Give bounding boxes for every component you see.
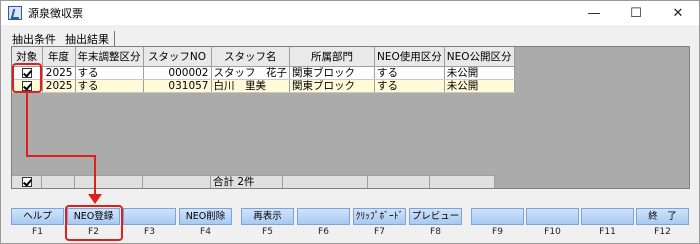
f3-button[interactable]	[123, 208, 176, 225]
fkey-label: F8	[430, 227, 441, 237]
results-table: 対象 年度 年末調整区分 スタッフNO スタッフ名 所属部門 NEO使用区分 N…	[12, 47, 515, 93]
app-icon	[8, 6, 22, 20]
cell-staff-name: 白川 里美	[211, 79, 290, 93]
f6-button[interactable]	[297, 208, 350, 225]
column-header-adjust[interactable]: 年末調整区分	[75, 47, 144, 67]
fkey-f11: F11	[581, 208, 634, 240]
tab-extract-conditions[interactable]: 抽出条件	[9, 31, 59, 47]
table-row[interactable]: 2025 する 000002 スタッフ 花子 関東ブロック する 未公開	[12, 66, 515, 80]
footer-cell	[143, 175, 211, 188]
select-all-checkbox[interactable]	[21, 177, 32, 187]
fkey-f10: F10	[526, 208, 579, 240]
fkey-f5: 再表示 F5	[241, 208, 294, 240]
cell-staff-no: 031057	[143, 79, 212, 93]
fkey-label: F7	[374, 227, 385, 237]
footer-cell	[42, 175, 75, 188]
clipboard-button[interactable]: ｸﾘｯﾌﾟﾎﾞｰﾄﾞ	[353, 208, 406, 225]
fkey-f1: ヘルプ F1	[11, 208, 64, 240]
annotation-checkbox-highlight	[12, 63, 42, 93]
annotation-neo-register-highlight	[65, 205, 123, 241]
fkey-f9: F9	[471, 208, 524, 240]
help-button[interactable]: ヘルプ	[11, 208, 64, 225]
cell-staff-name: スタッフ 花子	[211, 66, 290, 80]
cell-staff-no: 000002	[143, 66, 212, 80]
column-header-neo-use[interactable]: NEO使用区分	[374, 47, 445, 67]
fkey-label: F10	[544, 227, 561, 237]
title-bar: 源泉徴収票 — ☐ ✕	[1, 1, 699, 25]
cell-neo-public: 未公開	[444, 79, 515, 93]
annotation-line	[26, 155, 96, 157]
cell-neo-use: する	[374, 79, 445, 93]
footer-cell	[283, 175, 368, 188]
results-grid[interactable]: 対象 年度 年末調整区分 スタッフNO スタッフ名 所属部門 NEO使用区分 N…	[11, 46, 690, 189]
cell-department: 関東ブロック	[289, 79, 375, 93]
footer-total: 合計 2件	[211, 175, 283, 188]
column-header-staff-name[interactable]: スタッフ名	[211, 47, 290, 67]
fkey-label: F6	[318, 227, 329, 237]
footer-cell	[368, 175, 430, 188]
minimize-button[interactable]: —	[573, 1, 615, 25]
window-controls: — ☐ ✕	[573, 1, 699, 25]
fkey-label: F11	[599, 227, 616, 237]
grid-footer-row: 合計 2件	[12, 175, 495, 188]
cell-neo-public: 未公開	[444, 66, 515, 80]
f11-button[interactable]	[581, 208, 634, 225]
cell-neo-use: する	[374, 66, 445, 80]
exit-button[interactable]: 終 了	[636, 208, 689, 225]
fkey-label: F12	[654, 227, 671, 237]
column-header-year[interactable]: 年度	[42, 47, 76, 67]
refresh-button[interactable]: 再表示	[241, 208, 294, 225]
fkey-label: F5	[262, 227, 273, 237]
annotation-line	[94, 155, 96, 195]
column-header-neo-public[interactable]: NEO公開区分	[444, 47, 515, 67]
cell-adjust: する	[75, 66, 144, 80]
annotation-line	[26, 93, 28, 157]
cell-adjust: する	[75, 79, 144, 93]
cell-year: 2025	[42, 79, 76, 93]
fkey-label: F3	[144, 227, 155, 237]
neo-delete-button[interactable]: NEO削除	[179, 208, 232, 225]
fkey-f12: 終 了 F12	[636, 208, 689, 240]
footer-checkbox-cell[interactable]	[12, 175, 42, 188]
table-row[interactable]: 2025 する 031057 白川 里美 関東ブロック する 未公開	[12, 79, 515, 93]
f9-button[interactable]	[471, 208, 524, 225]
f10-button[interactable]	[526, 208, 579, 225]
fkey-label: F9	[492, 227, 503, 237]
app-window: 源泉徴収票 — ☐ ✕ 抽出条件 抽出結果 対象 年度 年末調整区分 スタッフN…	[0, 0, 700, 244]
fkey-f8: プレビュー F8	[409, 208, 462, 240]
annotation-arrow-icon	[88, 194, 102, 204]
footer-cell	[430, 175, 495, 188]
fkey-f6: F6	[297, 208, 350, 240]
fkey-f7: ｸﾘｯﾌﾟﾎﾞｰﾄﾞ F7	[353, 208, 406, 240]
maximize-button[interactable]: ☐	[615, 1, 657, 25]
cell-year: 2025	[42, 66, 76, 80]
fkey-f3: F3	[123, 208, 176, 240]
column-header-staff-no[interactable]: スタッフNO	[143, 47, 212, 67]
footer-cell	[75, 175, 143, 188]
close-button[interactable]: ✕	[657, 1, 699, 25]
fkey-label: F1	[32, 227, 43, 237]
fkey-label: F4	[200, 227, 211, 237]
window-title: 源泉徴収票	[28, 7, 83, 20]
preview-button[interactable]: プレビュー	[409, 208, 462, 225]
fkey-f4: NEO削除 F4	[179, 208, 232, 240]
tab-bar: 抽出条件 抽出結果	[9, 31, 118, 47]
table-header-row: 対象 年度 年末調整区分 スタッフNO スタッフ名 所属部門 NEO使用区分 N…	[12, 47, 515, 67]
cell-department: 関東ブロック	[289, 66, 375, 80]
column-header-department[interactable]: 所属部門	[289, 47, 375, 67]
tab-extract-results[interactable]: 抽出結果	[62, 31, 115, 47]
